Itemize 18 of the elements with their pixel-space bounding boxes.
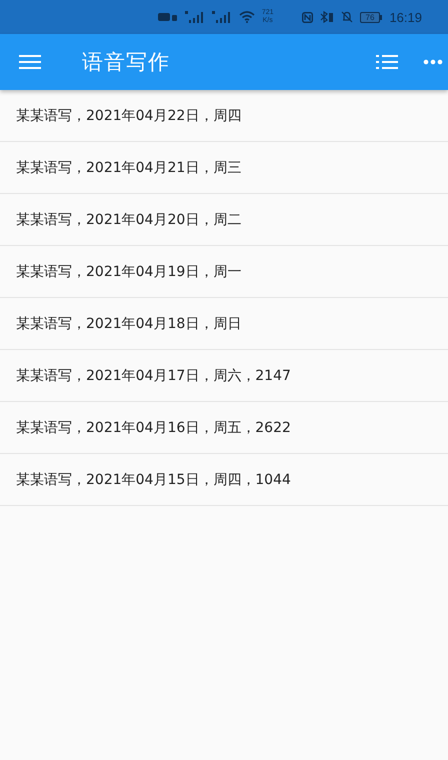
signal-icon bbox=[212, 11, 232, 23]
entry-item[interactable]: 某某语写，2021年04月22日，周四 bbox=[0, 90, 448, 142]
entry-item[interactable]: 某某语写，2021年04月21日，周三 bbox=[0, 142, 448, 194]
wifi-icon bbox=[238, 11, 255, 23]
battery-icon: 76 bbox=[360, 12, 382, 22]
entry-item[interactable]: 某某语写，2021年04月20日，周二 bbox=[0, 194, 448, 246]
entry-item[interactable]: 某某语写，2021年04月17日，周六，2147 bbox=[0, 350, 448, 402]
bell-off-icon bbox=[340, 11, 353, 23]
entry-item[interactable]: 某某语写，2021年04月15日，周四，1044 bbox=[0, 454, 448, 506]
nfc-icon bbox=[302, 12, 313, 22]
more-icon[interactable] bbox=[423, 59, 443, 65]
app-title: 语音写作 bbox=[82, 49, 171, 76]
signal-icon bbox=[184, 11, 205, 23]
entry-item[interactable]: 某某语写，2021年04月19日，周一 bbox=[0, 246, 448, 298]
entry-item[interactable]: 某某语写，2021年04月16日，周五，2622 bbox=[0, 402, 448, 454]
entry-item[interactable]: 某某语写，2021年04月18日，周日 bbox=[0, 298, 448, 350]
clock: 16:19 bbox=[389, 10, 422, 24]
bluetooth-icon bbox=[320, 11, 334, 23]
